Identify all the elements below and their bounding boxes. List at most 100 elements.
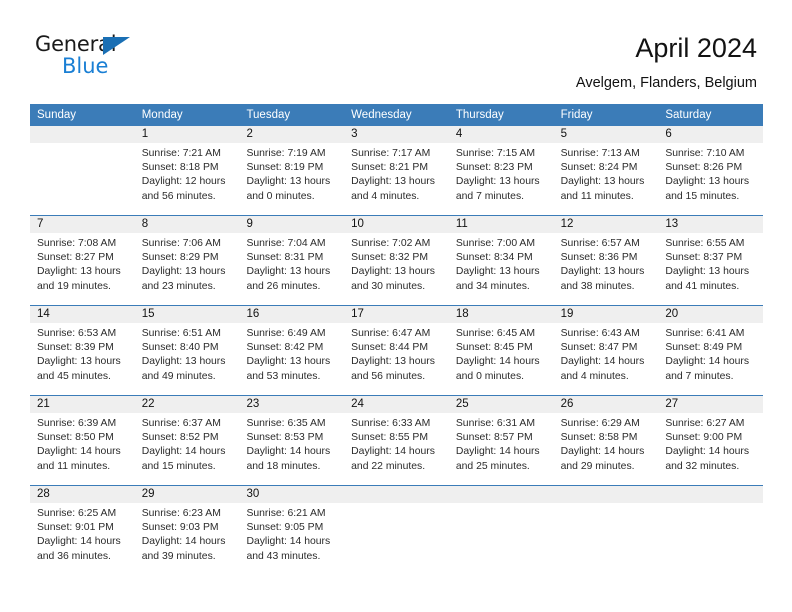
calendar-day-cell[interactable]: 24 Sunrise: 6:33 AM Sunset: 8:55 PM Dayligh… [344,396,449,485]
day-detail-line: Sunset: 9:03 PM [141,522,219,534]
calendar-day-cell[interactable]: 1 Sunrise: 7:21 AM Sunset: 8:18 PM Daylight… [134,126,240,215]
calendar-day-cell[interactable]: 21 Sunrise: 6:39 AM Sunset: 8:50 PM Dayligh… [30,396,135,485]
calendar-day-cell[interactable]: 25 Sunrise: 6:31 AM Sunset: 8:57 PM Dayligh… [448,396,554,485]
day-detail-line: and 45 minutes. [37,370,111,382]
day-detail-line: Daylight: 13 hours [37,356,121,368]
general-blue-logo[interactable]: General Blue [35,33,165,83]
day-number: 19 [553,306,659,323]
calendar-day-cell[interactable]: 8 Sunrise: 7:06 AM Sunset: 8:29 PM Daylight… [134,216,240,305]
calendar-day-cell[interactable]: 26 Sunrise: 6:29 AM Sunset: 8:58 PM Dayligh… [553,396,659,485]
calendar-week-cells: 14 Sunrise: 6:53 AM Sunset: 8:39 PM Dayligh… [30,306,764,395]
day-detail-line: Sunrise: 7:10 AM [665,148,745,159]
calendar-day-cell[interactable]: 9 Sunrise: 7:04 AM Sunset: 8:31 PM Daylight… [239,216,345,305]
calendar-day-cell[interactable]: 30 Sunrise: 6:21 AM Sunset: 9:05 PM Dayligh… [239,486,345,575]
calendar-day-cell[interactable]: 6 Sunrise: 7:10 AM Sunset: 8:26 PM Daylight… [658,126,764,215]
calendar-day-cell[interactable]: 10 Sunrise: 7:02 AM Sunset: 8:32 PM Dayligh… [344,216,449,305]
day-number: 17 [344,306,449,323]
calendar-day-cell[interactable]: 28 Sunrise: 6:25 AM Sunset: 9:01 PM Dayligh… [30,486,135,575]
day-detail-line: Daylight: 14 hours [141,536,226,548]
calendar-day-cell[interactable]: 27 Sunrise: 6:27 AM Sunset: 9:00 PM Dayligh… [658,396,764,485]
calendar-day-cell[interactable]: 29 Sunrise: 6:23 AM Sunset: 9:03 PM Dayligh… [134,486,240,575]
day-detail-line: Daylight: 13 hours [665,176,750,188]
day-detail-line: Sunrise: 7:06 AM [141,238,221,249]
day-detail-line: and 41 minutes. [665,280,740,292]
logo-text-blue: Blue [62,54,109,78]
calendar-day-cell[interactable]: 19 Sunrise: 6:43 AM Sunset: 8:47 PM Dayligh… [553,306,659,395]
day-detail-line: Daylight: 14 hours [37,446,121,458]
day-detail-line: Sunrise: 6:49 AM [246,328,326,339]
day-number [344,486,449,503]
day-details: Sunrise: 6:25 AM Sunset: 9:01 PM Daylight:… [30,503,135,564]
day-detail-line: and 4 minutes. [560,370,629,382]
day-detail-line: Sunrise: 7:21 AM [141,148,221,159]
calendar-day-cell[interactable]: 18 Sunrise: 6:45 AM Sunset: 8:45 PM Dayligh… [448,306,554,395]
calendar-day-cell[interactable]: 2 Sunrise: 7:19 AM Sunset: 8:19 PM Daylight… [239,126,345,215]
calendar-day-cell[interactable]: 7 Sunrise: 7:08 AM Sunset: 8:27 PM Daylight… [30,216,135,305]
day-detail-line: Daylight: 13 hours [455,176,540,188]
calendar-day-cell[interactable]: 23 Sunrise: 6:35 AM Sunset: 8:53 PM Dayligh… [239,396,345,485]
day-number: 1 [134,126,240,143]
day-details: Sunrise: 7:17 AM Sunset: 8:21 PM Daylight:… [344,143,449,204]
day-detail-line: Sunset: 8:47 PM [560,342,638,354]
calendar-day-cell[interactable]: 20 Sunrise: 6:41 AM Sunset: 8:49 PM Dayligh… [658,306,764,395]
day-number: 16 [239,306,345,323]
day-number: 27 [658,396,764,413]
day-details: Sunrise: 6:55 AM Sunset: 8:37 PM Daylight:… [658,233,763,294]
day-detail-line: Daylight: 13 hours [246,176,331,188]
calendar-day-cell[interactable]: 15 Sunrise: 6:51 AM Sunset: 8:40 PM Dayligh… [134,306,240,395]
calendar-day-cell[interactable]: 5 Sunrise: 7:13 AM Sunset: 8:24 PM Daylight… [553,126,659,215]
day-number: 3 [344,126,449,143]
day-detail-line: Daylight: 14 hours [560,446,645,458]
day-detail-line: Sunrise: 6:31 AM [455,418,536,429]
day-detail-line: and 32 minutes. [665,460,740,472]
day-number: 10 [344,216,449,233]
day-detail-line: Sunrise: 6:29 AM [560,418,640,429]
calendar-day-cell[interactable]: 22 Sunrise: 6:37 AM Sunset: 8:52 PM Dayligh… [134,396,240,485]
day-detail-line: Sunset: 9:01 PM [37,522,114,534]
day-detail-line: Daylight: 14 hours [560,356,645,368]
calendar-day-cell[interactable]: 13 Sunrise: 6:55 AM Sunset: 8:37 PM Dayligh… [658,216,764,305]
day-detail-line: Sunset: 8:24 PM [560,162,638,174]
day-detail-line: Sunrise: 6:21 AM [246,508,326,519]
page-title: April 2024 [635,33,757,63]
day-detail-line: Sunrise: 6:23 AM [141,508,221,519]
weekday-header-sunday: Sunday [37,109,77,121]
calendar-day-cell[interactable]: 3 Sunrise: 7:17 AM Sunset: 8:21 PM Daylight… [344,126,449,215]
calendar-week-row: 7 Sunrise: 7:08 AM Sunset: 8:27 PM Daylight… [30,215,764,305]
day-details: Sunrise: 6:27 AM Sunset: 9:00 PM Daylight:… [658,413,763,474]
calendar-day-cell[interactable]: 12 Sunrise: 6:57 AM Sunset: 8:36 PM Dayligh… [553,216,659,305]
day-detail-line: Sunset: 8:36 PM [560,252,638,264]
calendar-week-row: 28 Sunrise: 6:25 AM Sunset: 9:01 PM Dayligh… [30,485,764,575]
day-detail-line: Daylight: 14 hours [141,446,226,458]
calendar-day-cell[interactable]: 4 Sunrise: 7:15 AM Sunset: 8:23 PM Daylight… [448,126,554,215]
triangle-icon [103,37,130,55]
day-detail-line: Sunset: 8:34 PM [455,252,533,264]
calendar-day-cell[interactable]: 11 Sunrise: 7:00 AM Sunset: 8:34 PM Dayligh… [448,216,554,305]
day-detail-line: and 4 minutes. [351,190,420,202]
weekday-header-tuesday: Tuesday [246,109,291,121]
day-detail-line: Sunrise: 6:27 AM [665,418,745,429]
calendar-day-cell[interactable]: 14 Sunrise: 6:53 AM Sunset: 8:39 PM Dayligh… [30,306,135,395]
day-number: 25 [448,396,554,413]
day-detail-line: and 19 minutes. [37,280,111,292]
day-details: Sunrise: 6:21 AM Sunset: 9:05 PM Daylight:… [239,503,344,564]
day-details [449,503,554,507]
day-details: Sunrise: 7:02 AM Sunset: 8:32 PM Daylight:… [344,233,449,294]
calendar-week-cells: 28 Sunrise: 6:25 AM Sunset: 9:01 PM Dayligh… [30,486,764,575]
day-detail-line: Sunset: 8:40 PM [141,342,219,354]
day-detail-line: Sunset: 8:44 PM [351,342,428,354]
day-detail-line: Sunrise: 6:35 AM [246,418,326,429]
day-detail-line: Daylight: 13 hours [351,176,435,188]
day-detail-line: Daylight: 14 hours [246,446,331,458]
calendar-day-cell[interactable]: 16 Sunrise: 6:49 AM Sunset: 8:42 PM Dayligh… [239,306,345,395]
day-detail-line: Sunset: 8:19 PM [246,162,324,174]
day-detail-line: and 56 minutes. [351,370,426,382]
day-detail-line: Sunrise: 6:51 AM [141,328,221,339]
day-detail-line: Sunset: 8:31 PM [246,252,324,264]
day-details: Sunrise: 7:06 AM Sunset: 8:29 PM Daylight:… [135,233,240,294]
day-detail-line: and 56 minutes. [141,190,216,202]
day-details: Sunrise: 6:39 AM Sunset: 8:50 PM Daylight:… [30,413,135,474]
day-number: 18 [448,306,554,323]
calendar-day-cell[interactable]: 17 Sunrise: 6:47 AM Sunset: 8:44 PM Dayligh… [344,306,449,395]
day-detail-line: Daylight: 13 hours [560,176,645,188]
